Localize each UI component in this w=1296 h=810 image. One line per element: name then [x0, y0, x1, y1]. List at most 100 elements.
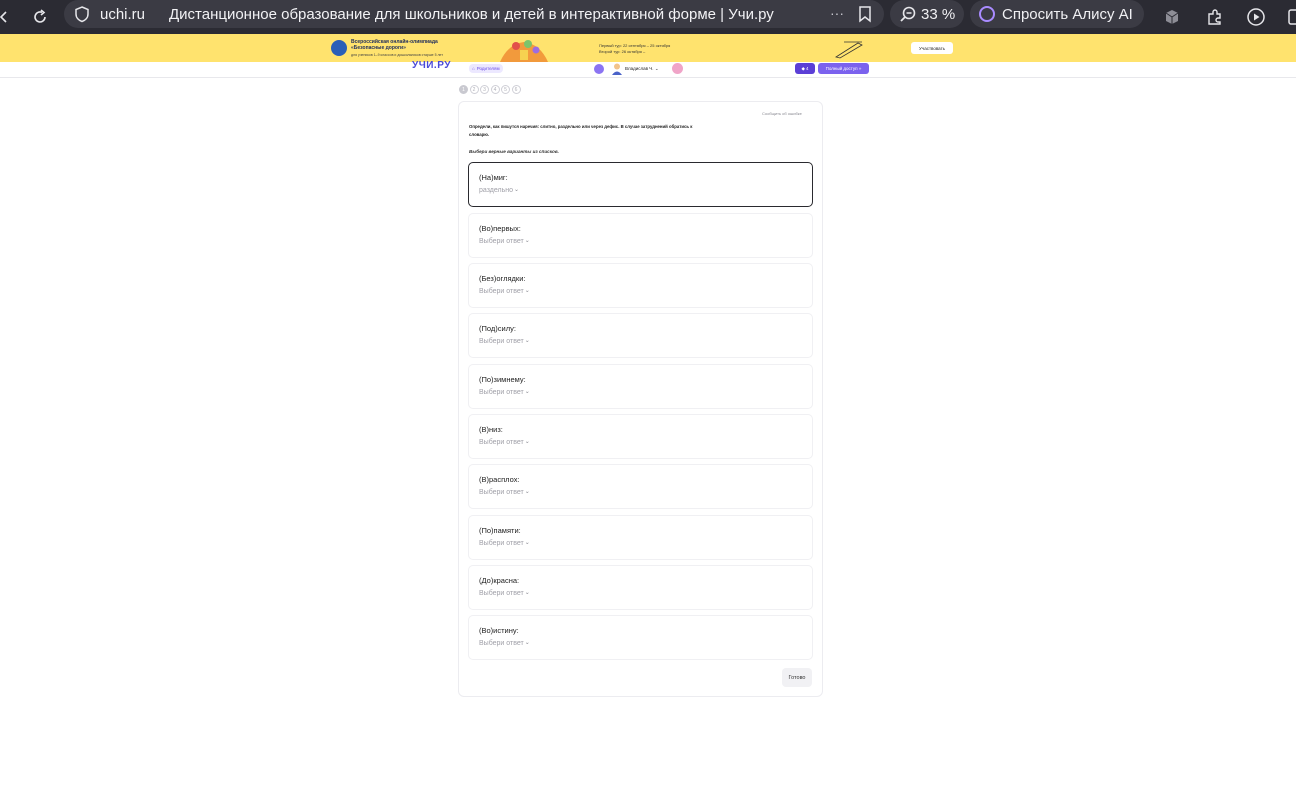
report-error-link[interactable]: Сообщить об ошибке: [762, 111, 802, 116]
participate-button[interactable]: Участвовать: [911, 42, 953, 54]
site-header: УЧИ.РУ ⌂ Родителям Владислав Ч. ⌄ ◆ 4 По…: [0, 60, 1296, 78]
question-item: (Под)силу: Выбери ответ ⌄: [468, 313, 813, 358]
tab-title: Дистанционное образование для школьников…: [169, 6, 774, 23]
answer-dropdown[interactable]: Выбери ответ ⌄: [479, 489, 530, 496]
question-item: (В)низ: Выбери ответ ⌄: [468, 414, 813, 459]
answer-value: раздельно: [479, 187, 513, 194]
address-bar[interactable]: uchi.ru Дистанционное образование для шк…: [64, 0, 884, 28]
question-label: (Во)истину:: [479, 626, 519, 635]
question-item: (До)красна: Выбери ответ ⌄: [468, 565, 813, 610]
question-label: (По)зимнему:: [479, 375, 526, 384]
banner-title: Всероссийская онлайн-олимпиада «Безопасн…: [351, 39, 438, 51]
exercise-hint: Выбери верные варианты из списков.: [469, 149, 559, 154]
user-avatar-icon[interactable]: [612, 63, 622, 75]
browser-toolbar: uchi.ru Дистанционное образование для шк…: [0, 0, 1296, 34]
user-name: Владислав Ч.: [625, 66, 654, 71]
chevron-down-icon: ⌄: [524, 590, 530, 596]
zoom-level: 33 %: [921, 5, 956, 23]
chevron-down-icon: ⌄: [524, 389, 530, 395]
question-label: (До)красна:: [479, 576, 520, 585]
shield-icon[interactable]: [74, 5, 90, 28]
panel-icon[interactable]: [1282, 5, 1296, 29]
user-menu[interactable]: Владислав Ч. ⌄: [625, 66, 659, 72]
olympiad-logo-icon: [331, 40, 347, 56]
url-host: uchi.ru: [100, 6, 146, 23]
question-label: (В)низ:: [479, 425, 503, 434]
chat-icon[interactable]: [594, 64, 604, 74]
zoom-out-icon: [899, 5, 917, 23]
step-dot[interactable]: 4: [490, 85, 500, 94]
zoom-indicator[interactable]: 33 %: [890, 0, 964, 28]
question-item: (На)миг: раздельно ⌄: [468, 162, 813, 207]
answer-dropdown[interactable]: Выбери ответ ⌄: [479, 288, 530, 295]
answer-value: Выбери ответ: [479, 489, 524, 496]
answer-dropdown[interactable]: Выбери ответ ⌄: [479, 238, 530, 245]
bookmark-icon[interactable]: [858, 5, 872, 28]
answer-dropdown[interactable]: Выбери ответ ⌄: [479, 338, 530, 345]
answer-value: Выбери ответ: [479, 288, 524, 295]
premium-badge[interactable]: ◆ 4: [795, 63, 815, 74]
question-label: (Без)оглядки:: [479, 274, 526, 283]
ask-alice-button[interactable]: Спросить Алису AI: [970, 0, 1144, 28]
more-icon[interactable]: ···: [830, 5, 844, 21]
question-label: (В)расплох:: [479, 475, 520, 484]
question-item: (Во)истину: Выбери ответ ⌄: [468, 615, 813, 660]
answer-value: Выбери ответ: [479, 389, 524, 396]
alice-icon: [978, 5, 996, 23]
question-item: (Без)оглядки: Выбери ответ ⌄: [468, 263, 813, 308]
step-dot[interactable]: 6: [511, 85, 521, 94]
chevron-down-icon: ⌄: [524, 489, 530, 495]
extension-cube-icon[interactable]: [1160, 5, 1184, 29]
extensions-puzzle-icon[interactable]: [1203, 5, 1227, 29]
exercise-instruction: Определи, как пишутся наречия: слитно, р…: [469, 124, 693, 137]
premium-count: 4: [805, 66, 809, 71]
question-label: (Под)силу:: [479, 324, 516, 333]
done-button[interactable]: Готово: [782, 668, 812, 687]
question-label: (Во)первых:: [479, 224, 521, 233]
banner-subtitle: для учеников 1–9 классов и дошкольников …: [351, 53, 443, 57]
answer-value: Выбери ответ: [479, 238, 524, 245]
chevron-down-icon: ⌄: [524, 338, 530, 344]
task-steps: 1 2 3 4 5 6: [459, 85, 521, 95]
question-item: (По)зимнему: Выбери ответ ⌄: [468, 364, 813, 409]
chevron-down-icon: ⌄: [524, 288, 530, 294]
media-play-icon[interactable]: [1244, 5, 1268, 29]
step-dot[interactable]: 5: [501, 85, 510, 94]
back-icon[interactable]: [0, 5, 16, 29]
answer-dropdown[interactable]: Выбери ответ ⌄: [479, 439, 530, 446]
parents-lock-icon: ⌂: [472, 66, 475, 71]
chevron-down-icon: ⌄: [514, 187, 520, 193]
promo-banner: Всероссийская онлайн-олимпиада «Безопасн…: [0, 34, 1296, 62]
ask-alice-label: Спросить Алису AI: [1002, 5, 1133, 23]
parents-link[interactable]: ⌂ Родителям: [469, 64, 503, 73]
banner-dates: Первый тур: 22 сентября – 25 октября Вто…: [599, 43, 670, 55]
answer-dropdown[interactable]: Выбери ответ ⌄: [479, 590, 530, 597]
reload-icon[interactable]: [28, 5, 52, 29]
answer-dropdown[interactable]: Выбери ответ ⌄: [479, 640, 530, 647]
banner-dates-line2: Второй тур: 26 октября –: [599, 49, 646, 54]
answer-dropdown[interactable]: Выбери ответ ⌄: [479, 540, 530, 547]
site-logo[interactable]: УЧИ.РУ: [412, 60, 451, 71]
answer-dropdown[interactable]: Выбери ответ ⌄: [479, 389, 530, 396]
chevron-down-icon: ⌄: [524, 540, 530, 546]
traffic-cone-icon: [834, 41, 863, 59]
parents-label: Родителям: [476, 66, 500, 71]
question-item: (В)расплох: Выбери ответ ⌄: [468, 464, 813, 509]
question-label: (По)памяти:: [479, 526, 521, 535]
chevron-down-icon: ⌄: [524, 640, 530, 646]
banner-illustration-icon: [500, 40, 548, 62]
gem-icon: ◆: [801, 65, 805, 71]
step-dot[interactable]: 1: [459, 85, 468, 94]
question-label: (На)миг:: [479, 173, 508, 182]
question-item: (Во)первых: Выбери ответ ⌄: [468, 213, 813, 258]
full-access-button[interactable]: Полный доступ »: [818, 63, 869, 74]
answer-value: Выбери ответ: [479, 640, 524, 647]
chevron-down-icon: ⌄: [654, 66, 659, 71]
answer-value: Выбери ответ: [479, 338, 524, 345]
answer-value: Выбери ответ: [479, 540, 524, 547]
bear-mascot-icon[interactable]: [672, 63, 683, 74]
step-dot[interactable]: 3: [480, 85, 489, 94]
answer-dropdown[interactable]: раздельно ⌄: [479, 187, 519, 194]
answer-value: Выбери ответ: [479, 439, 524, 446]
step-dot[interactable]: 2: [469, 85, 479, 94]
